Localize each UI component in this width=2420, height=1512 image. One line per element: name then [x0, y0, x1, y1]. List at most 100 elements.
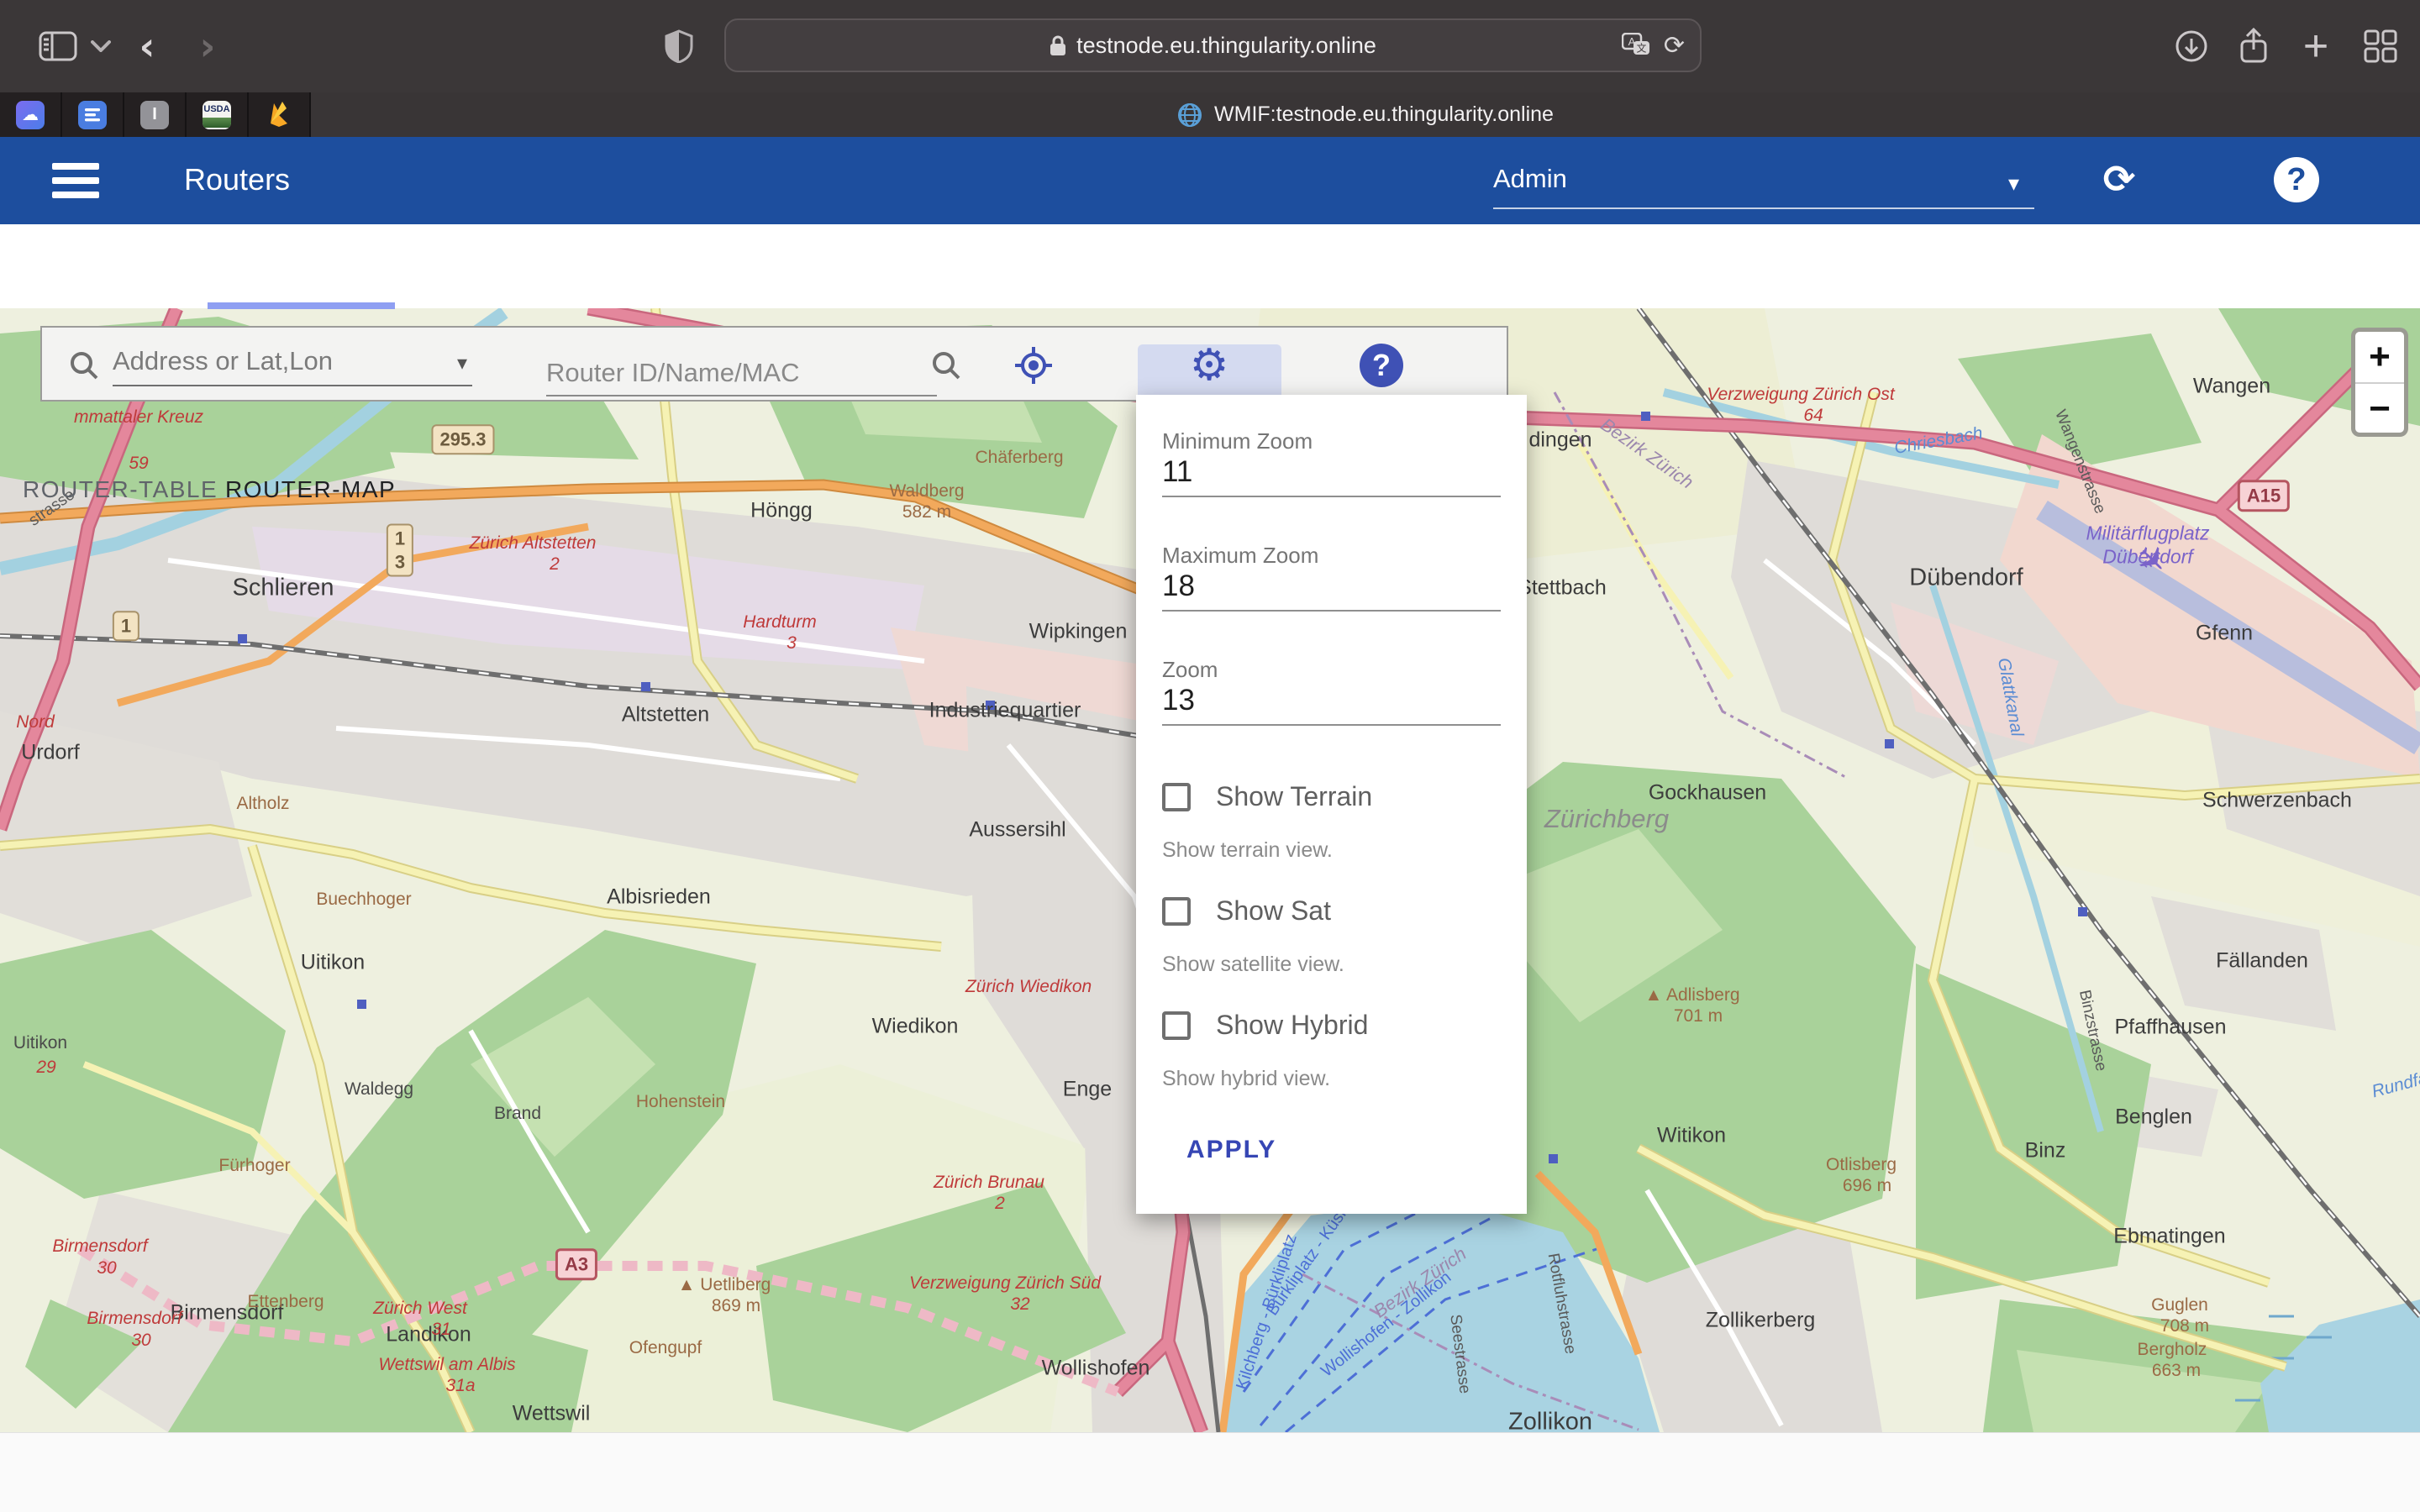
chevron-down-icon[interactable] — [84, 0, 118, 92]
max-zoom-input[interactable]: 18 — [1162, 570, 1195, 603]
map-label: Zürich Brunau — [934, 1173, 1044, 1193]
pinned-tab-usda[interactable]: USDA — [187, 92, 247, 137]
map-label: Höngg — [750, 499, 813, 523]
zoom-out-button[interactable]: − — [2355, 384, 2404, 434]
svg-text:文: 文 — [1636, 42, 1646, 55]
map-label: Guglen — [2151, 1295, 2208, 1315]
map-label: 708 m — [2160, 1316, 2209, 1336]
gear-icon[interactable]: ⚙ — [1182, 328, 1236, 403]
map-label: Bergholz — [2138, 1340, 2207, 1360]
map-label: Ettenberg — [247, 1292, 324, 1312]
downloads-icon[interactable] — [2166, 0, 2217, 92]
map-label: Dübendorf — [1909, 564, 2023, 592]
usda-icon: USDA — [203, 101, 231, 129]
sidebar-toggle-icon[interactable] — [34, 0, 82, 92]
tab-router-map[interactable]: ROUTER-MAP — [225, 476, 396, 503]
map-label: 30 — [97, 1258, 116, 1278]
map-label: Zürich Wiedikon — [965, 977, 1092, 997]
lock-icon — [1050, 34, 1066, 56]
map-label: Gockhausen — [1649, 781, 1766, 806]
map-label: Zürichberg — [1544, 804, 1669, 834]
privacy-shield-icon[interactable] — [657, 0, 701, 92]
forward-button[interactable]: › — [187, 0, 229, 92]
search-icon — [60, 328, 108, 403]
map-label: Birmensdorf — [52, 1236, 147, 1257]
zoom-in-button[interactable]: + — [2355, 332, 2404, 382]
map-route-badge: 1 — [113, 611, 139, 641]
header-help-button[interactable]: ? — [2274, 157, 2319, 202]
back-button[interactable]: ‹ — [126, 0, 168, 92]
map-label: Waldberg — [889, 481, 964, 501]
map-label: Ebmatingen — [2113, 1225, 2225, 1249]
map-label: 2 — [550, 554, 560, 575]
new-tab-icon[interactable]: + — [2291, 0, 2341, 92]
tab-overview-icon[interactable] — [2353, 0, 2408, 92]
refresh-button[interactable]: ⟳ — [2092, 152, 2146, 206]
map-station-marker — [357, 1000, 366, 1009]
address-placeholder: Address or Lat,Lon — [113, 346, 333, 376]
screen: ‹ › testnode.eu.thingularity.online A文 ⟳… — [0, 0, 2420, 1512]
show-terrain-label: Show Terrain — [1216, 781, 1372, 812]
pinned-tab-firebase[interactable] — [249, 92, 309, 137]
map-label: Brand — [494, 1104, 541, 1124]
router-search-icon[interactable] — [923, 328, 970, 403]
pinned-tab-icloud[interactable]: ☁ — [0, 92, 60, 137]
address-caret-icon: ▾ — [457, 351, 467, 375]
map-label: Witikon — [1657, 1124, 1726, 1148]
map-label: Pfaffhausen — [2115, 1016, 2227, 1040]
user-select[interactable]: Admin ▾ — [1493, 157, 2034, 209]
show-hybrid-helper: Show hybrid view. — [1162, 1067, 1330, 1091]
tab-title: WMIF:testnode.eu.thingularity.online — [1214, 102, 1554, 127]
max-zoom-underline — [1162, 610, 1501, 612]
map-station-marker — [1549, 1154, 1558, 1163]
map-label: Fürhoger — [218, 1156, 290, 1176]
map-label: Schwerzenbach — [2202, 789, 2352, 813]
translate-icon[interactable]: A文 — [1622, 33, 1650, 58]
zoom-input[interactable]: 13 — [1162, 684, 1195, 717]
map-route-badge: A15 — [2238, 480, 2290, 512]
map-label: Verzweigung Zürich Ost — [1707, 385, 1894, 405]
map-label: Zürich Altstetten — [470, 533, 597, 554]
share-icon[interactable] — [2228, 0, 2279, 92]
map-help-icon[interactable]: ? — [1355, 328, 1408, 403]
map-label: Uitikon — [13, 1033, 67, 1053]
tab-strip: ☁ I USDA WMIF:testnode.eu.thingularity — [0, 92, 2420, 137]
map-label: Hardturm — [743, 612, 817, 633]
router-search-input[interactable]: Router ID/Name/MAC — [546, 356, 937, 396]
map-label: Zollikerberg — [1706, 1309, 1816, 1333]
select-caret-icon: ▾ — [2008, 171, 2019, 197]
app-header: Routers Admin ▾ ⟳ ? — [0, 137, 2420, 224]
map-label: Gfenn — [2196, 622, 2253, 646]
show-terrain-helper: Show terrain view. — [1162, 838, 1333, 863]
map-label: dingen — [1528, 428, 1591, 453]
active-tab-indicator — [208, 302, 395, 309]
min-zoom-underline — [1162, 496, 1501, 497]
docs-icon — [78, 101, 107, 129]
firebase-icon — [265, 101, 293, 129]
map-label: Wipkingen — [1029, 620, 1128, 644]
url-bar[interactable]: testnode.eu.thingularity.online A文 ⟳ — [724, 18, 1702, 72]
show-terrain-checkbox[interactable] — [1162, 783, 1191, 811]
map-station-marker — [1885, 739, 1894, 748]
apply-button[interactable]: APPLY — [1186, 1136, 1276, 1164]
map-label: Altholz — [236, 794, 289, 814]
show-hybrid-checkbox[interactable] — [1162, 1011, 1191, 1040]
map-label: Waldegg — [345, 1079, 413, 1100]
pinned-tab-info[interactable]: I — [124, 92, 185, 137]
menu-button[interactable] — [52, 163, 99, 198]
active-tab[interactable]: WMIF:testnode.eu.thingularity.online — [311, 92, 2420, 137]
min-zoom-input[interactable]: 11 — [1162, 455, 1192, 489]
address-search-select[interactable]: Address or Lat,Lon ▾ — [113, 339, 472, 386]
map-label: 696 m — [1843, 1176, 1891, 1196]
page-footer — [0, 1432, 2420, 1512]
map-label: 3 — [786, 633, 797, 654]
reload-icon[interactable]: ⟳ — [1664, 31, 1685, 60]
map-label: Otlisberg — [1826, 1155, 1897, 1175]
show-sat-checkbox[interactable] — [1162, 897, 1191, 926]
pinned-tab-docs[interactable] — [62, 92, 123, 137]
map-label: Schlieren — [233, 575, 334, 602]
map-label: Zollikon — [1508, 1409, 1592, 1433]
locate-icon[interactable] — [1007, 328, 1060, 403]
max-zoom-label: Maximum Zoom — [1162, 543, 1318, 569]
tab-router-table[interactable]: ROUTER-TABLE — [23, 476, 218, 503]
